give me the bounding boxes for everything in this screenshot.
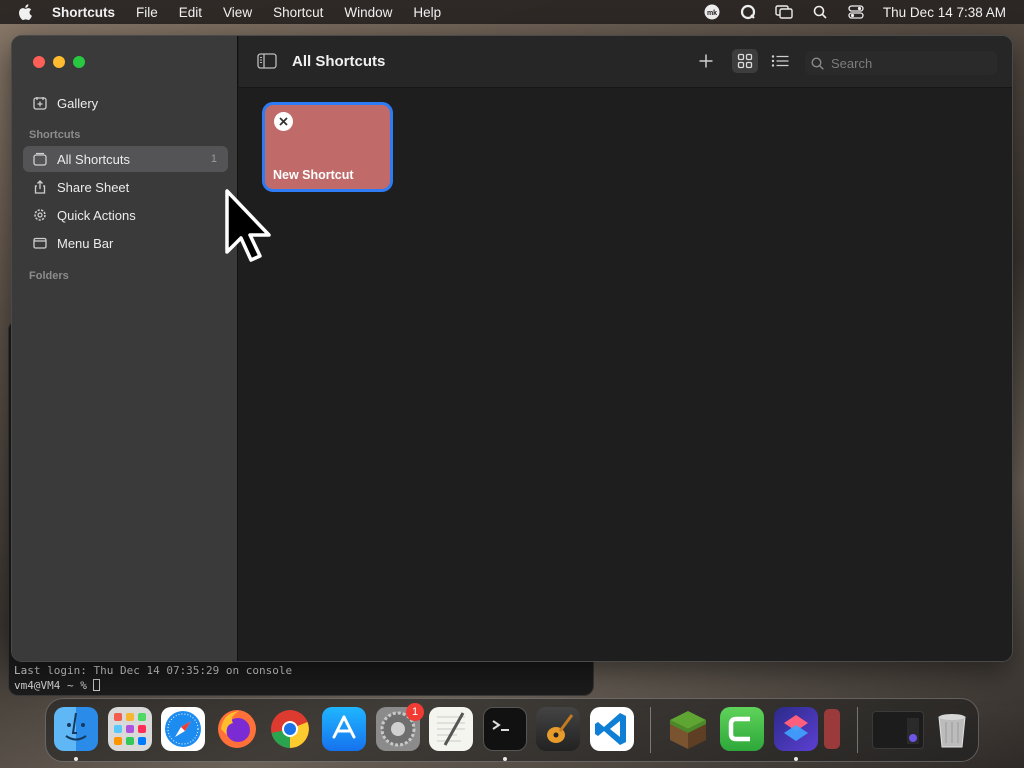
grid-view-button[interactable] (732, 49, 758, 73)
sidebar: Gallery Shortcuts All Shortcuts 1 Share … (12, 36, 238, 661)
menu-bar-clock[interactable]: Thu Dec 14 7:38 AM (883, 5, 1006, 20)
shortcut-card-new-shortcut[interactable]: New Shortcut (262, 102, 393, 192)
delete-shortcut-icon[interactable] (274, 112, 293, 131)
firefox-icon[interactable] (215, 707, 259, 751)
menu-file[interactable]: File (136, 5, 158, 20)
menu-edit[interactable]: Edit (179, 5, 202, 20)
grid-icon (737, 53, 753, 69)
app-store-icon[interactable] (322, 707, 366, 751)
sidebar-item-quick-actions[interactable]: Quick Actions (23, 202, 228, 228)
safari-icon[interactable] (161, 707, 205, 751)
gallery-icon (33, 96, 47, 110)
add-shortcut-button[interactable] (693, 49, 719, 73)
dock-separator (650, 707, 651, 753)
terminal-icon[interactable] (483, 707, 527, 751)
toggle-sidebar-icon[interactable] (257, 53, 277, 69)
sidebar-item-share-sheet[interactable]: Share Sheet (23, 174, 228, 200)
search-placeholder: Search (831, 55, 873, 71)
sidebar-item-label: Quick Actions (57, 207, 136, 223)
launchpad-icon[interactable] (108, 707, 152, 751)
sidebar-item-gallery[interactable]: Gallery (23, 90, 228, 116)
all-shortcuts-count: 1 (210, 153, 217, 165)
shortcut-card-label: New Shortcut (273, 168, 354, 182)
dock-separator (857, 707, 858, 753)
sidebar-item-menu-bar[interactable]: Menu Bar (23, 230, 228, 256)
terminal-prompt: vm4@VM4 ~ % (14, 679, 94, 692)
all-shortcuts-icon (33, 152, 47, 166)
finder-icon[interactable] (54, 707, 98, 751)
minecraft-icon[interactable] (666, 707, 710, 751)
plus-icon (699, 54, 713, 68)
terminal-cursor (93, 679, 101, 691)
sidebar-item-label: Share Sheet (57, 179, 130, 195)
menu-bar: Shortcuts File Edit View Shortcut Window… (0, 0, 1024, 24)
menu-window[interactable]: Window (344, 5, 392, 20)
dock: 1 (45, 698, 979, 762)
sidebar-item-label: All Shortcuts (57, 151, 130, 167)
sidebar-section-shortcuts: Shortcuts (29, 129, 81, 141)
shortcuts-window: Gallery Shortcuts All Shortcuts 1 Share … (11, 35, 1013, 662)
terminal-running-dot (503, 757, 507, 761)
mk-icon[interactable]: mk (703, 3, 721, 21)
list-icon (771, 55, 789, 67)
spotlight-icon[interactable] (811, 3, 829, 21)
list-view-button[interactable] (767, 49, 793, 73)
svg-text:mk: mk (707, 10, 717, 17)
page-title: All Shortcuts (292, 53, 386, 70)
menu-bar-icon (33, 236, 47, 250)
minimize-window-button[interactable] (53, 56, 65, 68)
share-sheet-icon (33, 180, 47, 194)
menu-view[interactable]: View (223, 5, 252, 20)
chrome-icon[interactable] (268, 707, 312, 751)
camtasia-icon[interactable] (720, 707, 764, 751)
zoom-window-button[interactable] (73, 56, 85, 68)
quicktime-icon[interactable] (739, 3, 757, 21)
trash-icon[interactable] (930, 707, 974, 751)
textedit-icon[interactable] (429, 707, 473, 751)
toolbar: All Shortcuts Search (239, 36, 1012, 88)
shortcuts-running-dot (794, 757, 798, 761)
screen-mirroring-icon[interactable] (775, 3, 793, 21)
menu-app-name[interactable]: Shortcuts (52, 5, 115, 20)
mouse-pointer-icon (225, 189, 271, 262)
menu-help[interactable]: Help (413, 5, 441, 20)
main-content: All Shortcuts Search New Shortcut (239, 36, 1012, 661)
control-center-icon[interactable] (847, 3, 865, 21)
search-field[interactable]: Search (805, 51, 997, 75)
finder-running-dot (74, 757, 78, 761)
system-settings-icon[interactable]: 1 (376, 703, 424, 751)
sidebar-item-label: Gallery (57, 95, 99, 111)
menu-shortcut[interactable]: Shortcut (273, 5, 323, 20)
garageband-icon[interactable] (536, 707, 580, 751)
window-preview-icon[interactable] (872, 711, 924, 749)
quick-actions-gear-icon (33, 208, 47, 222)
other-app-icon[interactable] (824, 709, 840, 749)
search-icon (811, 56, 825, 70)
terminal-last-login: Last login: Thu Dec 14 07:35:29 on conso… (14, 664, 293, 677)
sidebar-item-all-shortcuts[interactable]: All Shortcuts 1 (23, 146, 228, 172)
apple-menu-icon[interactable] (18, 4, 34, 20)
shortcuts-app-icon[interactable] (774, 707, 818, 751)
sidebar-section-folders: Folders (29, 270, 69, 282)
system-settings-badge: 1 (406, 703, 424, 721)
window-controls (33, 56, 93, 68)
terminal-output: Last login: Thu Dec 14 07:35:29 on conso… (14, 663, 292, 693)
close-window-button[interactable] (33, 56, 45, 68)
vscode-icon[interactable] (590, 707, 634, 751)
sidebar-item-label: Menu Bar (57, 235, 114, 251)
